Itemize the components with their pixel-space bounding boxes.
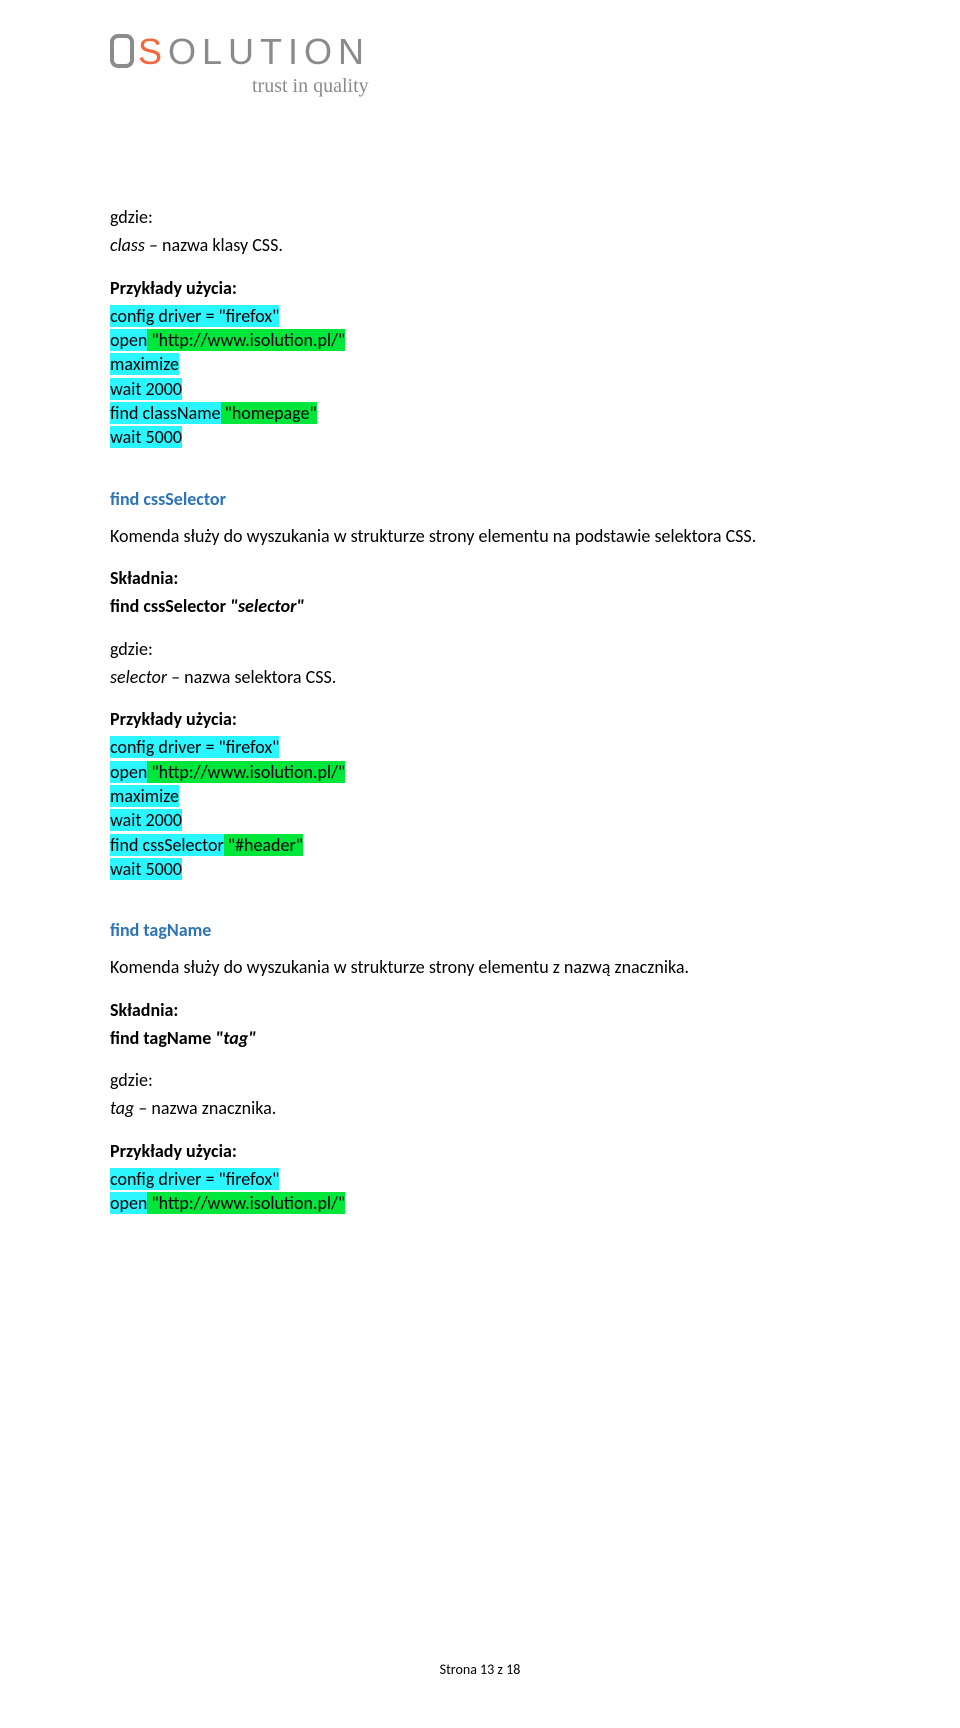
where-line: class – nazwa klasy CSS. xyxy=(110,233,850,257)
code-line: maximize xyxy=(110,784,850,808)
syntax-line: find tagName "tag" xyxy=(110,1026,850,1050)
label-skladnia: Składnia: xyxy=(110,998,850,1022)
command-description: Komenda służy do wyszukania w strukturze… xyxy=(110,955,850,979)
where-line: tag – nazwa znacznika. xyxy=(110,1096,850,1120)
code-line: wait 2000 xyxy=(110,808,850,832)
label-skladnia: Składnia: xyxy=(110,566,850,590)
section-class: gdzie: class – nazwa klasy CSS. Przykład… xyxy=(110,205,850,450)
code-line: open "http://www.isolution.pl/" xyxy=(110,1191,850,1215)
logo: SOLUTION trust in quality xyxy=(110,30,850,105)
where-line: selector – nazwa selektora CSS. xyxy=(110,665,850,689)
code-line: wait 2000 xyxy=(110,377,850,401)
heading-cssselector: find cssSelector xyxy=(110,488,850,510)
code-line: open "http://www.isolution.pl/" xyxy=(110,760,850,784)
code-line: wait 5000 xyxy=(110,425,850,449)
label-gdzie: gdzie: xyxy=(110,637,850,661)
label-przyklady: Przykłady użycia: xyxy=(110,707,850,731)
label-gdzie: gdzie: xyxy=(110,205,850,229)
code-line: open "http://www.isolution.pl/" xyxy=(110,328,850,352)
code-line: config driver = "firefox" xyxy=(110,1167,850,1191)
code-line: config driver = "firefox" xyxy=(110,735,850,759)
label-przyklady: Przykłady użycia: xyxy=(110,276,850,300)
code-line: maximize xyxy=(110,352,850,376)
isolution-logo-icon: SOLUTION trust in quality xyxy=(110,30,430,100)
code-line: find className "homepage" xyxy=(110,401,850,425)
section-cssselector: find cssSelector Komenda służy do wyszuk… xyxy=(110,488,850,882)
label-przyklady: Przykłady użycia: xyxy=(110,1139,850,1163)
code-line: wait 5000 xyxy=(110,857,850,881)
section-tagname: find tagName Komenda służy do wyszukania… xyxy=(110,919,850,1215)
page-footer: Strona 13 z 18 xyxy=(0,1661,960,1678)
command-description: Komenda służy do wyszukania w strukturze… xyxy=(110,524,850,548)
code-line: find cssSelector "#header" xyxy=(110,833,850,857)
label-gdzie: gdzie: xyxy=(110,1068,850,1092)
syntax-line: find cssSelector "selector" xyxy=(110,594,850,618)
code-line: config driver = "firefox" xyxy=(110,304,850,328)
heading-tagname: find tagName xyxy=(110,919,850,941)
logo-tagline: trust in quality xyxy=(252,75,369,97)
svg-text:SOLUTION: SOLUTION xyxy=(138,31,370,72)
